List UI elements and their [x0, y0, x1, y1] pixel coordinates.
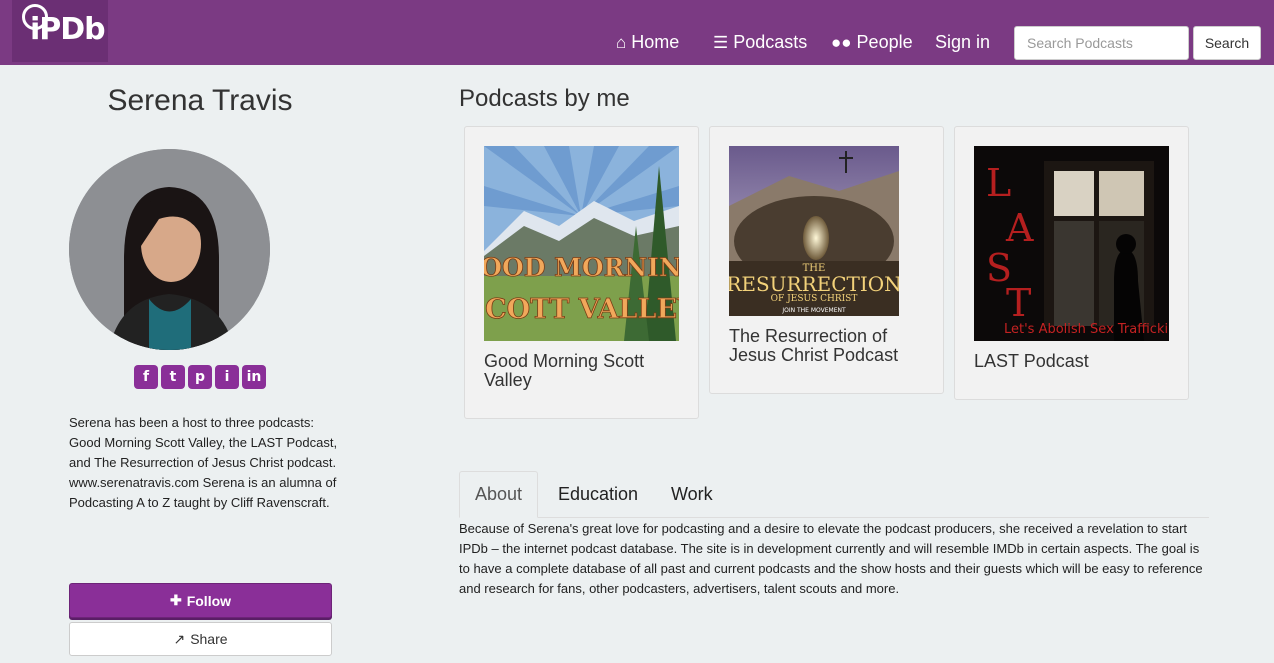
share-label: Share: [190, 631, 228, 647]
share-icon: ↗: [173, 630, 186, 647]
facebook-icon[interactable]: f: [134, 365, 158, 389]
search-button[interactable]: Search: [1193, 26, 1261, 60]
cover-text: OF JESUS CHRIST: [771, 294, 858, 304]
list-icon: ☰: [713, 32, 729, 52]
linkedin-icon[interactable]: in: [242, 365, 266, 389]
cover-text: T: [1006, 281, 1031, 325]
cover-text: SCOTT VALLEY: [484, 294, 679, 325]
home-icon: ⌂: [616, 32, 627, 52]
nav-people[interactable]: ●● People: [831, 32, 913, 53]
profile-name: Serena Travis: [107, 84, 293, 117]
plus-icon: ✚: [169, 592, 182, 608]
cover-text: RESURRECTION: [729, 272, 899, 296]
nav-sign-in[interactable]: Sign in: [935, 32, 990, 53]
cover-text: A: [1005, 206, 1034, 250]
cover-text: GOOD MORNING: [484, 253, 679, 282]
nav-home-label: Home: [631, 32, 680, 52]
nav-home[interactable]: ⌂ Home: [616, 32, 679, 53]
podcast-cover[interactable]: L A S T Let's Abolish Sex Trafficking: [974, 146, 1169, 341]
tab-about[interactable]: About: [459, 471, 539, 518]
instagram-icon[interactable]: i: [215, 365, 239, 389]
profile-tabs: About Education Work: [459, 471, 1209, 518]
podcast-cover[interactable]: GOOD MORNING SCOTT VALLEY: [484, 146, 679, 341]
podcast-card[interactable]: GOOD MORNING SCOTT VALLEY Good Morning S…: [464, 126, 699, 419]
people-icon: ●●: [831, 32, 852, 52]
logo-text: iPDb: [30, 12, 106, 47]
nav-sign-in-label: Sign in: [935, 32, 991, 52]
pinterest-icon[interactable]: p: [188, 365, 212, 389]
avatar: [69, 149, 270, 350]
nav-podcasts-label: Podcasts: [733, 32, 808, 52]
tab-education[interactable]: Education: [543, 471, 653, 518]
follow-button[interactable]: ✚ Follow: [69, 583, 332, 618]
podcast-title[interactable]: Good Morning Scott Valley: [484, 352, 684, 390]
nav-podcasts[interactable]: ☰ Podcasts: [713, 32, 807, 53]
nav-people-label: People: [856, 32, 913, 52]
podcast-title[interactable]: LAST Podcast: [974, 352, 1174, 371]
search-input[interactable]: [1014, 26, 1189, 60]
podcasts-section-title: Podcasts by me: [459, 85, 630, 112]
podcast-title[interactable]: The Resurrection of Jesus Christ Podcast: [729, 327, 929, 365]
follow-label: Follow: [186, 592, 232, 609]
cover-text: L: [986, 161, 1011, 205]
about-text: Because of Serena's great love for podca…: [459, 521, 1203, 596]
twitter-icon[interactable]: t: [161, 365, 185, 389]
podcast-card[interactable]: THE RESURRECTION OF JESUS CHRIST JOIN TH…: [709, 126, 944, 394]
cover-text: JOIN THE MOVEMENT: [781, 307, 846, 314]
podcast-card[interactable]: L A S T Let's Abolish Sex Trafficking LA…: [954, 126, 1189, 400]
tab-work[interactable]: Work: [656, 471, 728, 518]
cover-text: Let's Abolish Sex Trafficking: [1004, 322, 1169, 337]
social-links: f t p i in: [134, 365, 266, 389]
navbar: iPDb ⌂ Home ☰ Podcasts ●● People Sign in…: [0, 0, 1274, 65]
profile-bio: Serena has been a host to three podcasts…: [69, 415, 338, 510]
site-logo[interactable]: iPDb: [12, 0, 108, 62]
share-button[interactable]: ↗ Share: [69, 622, 332, 656]
podcast-cover[interactable]: THE RESURRECTION OF JESUS CHRIST JOIN TH…: [729, 146, 899, 316]
